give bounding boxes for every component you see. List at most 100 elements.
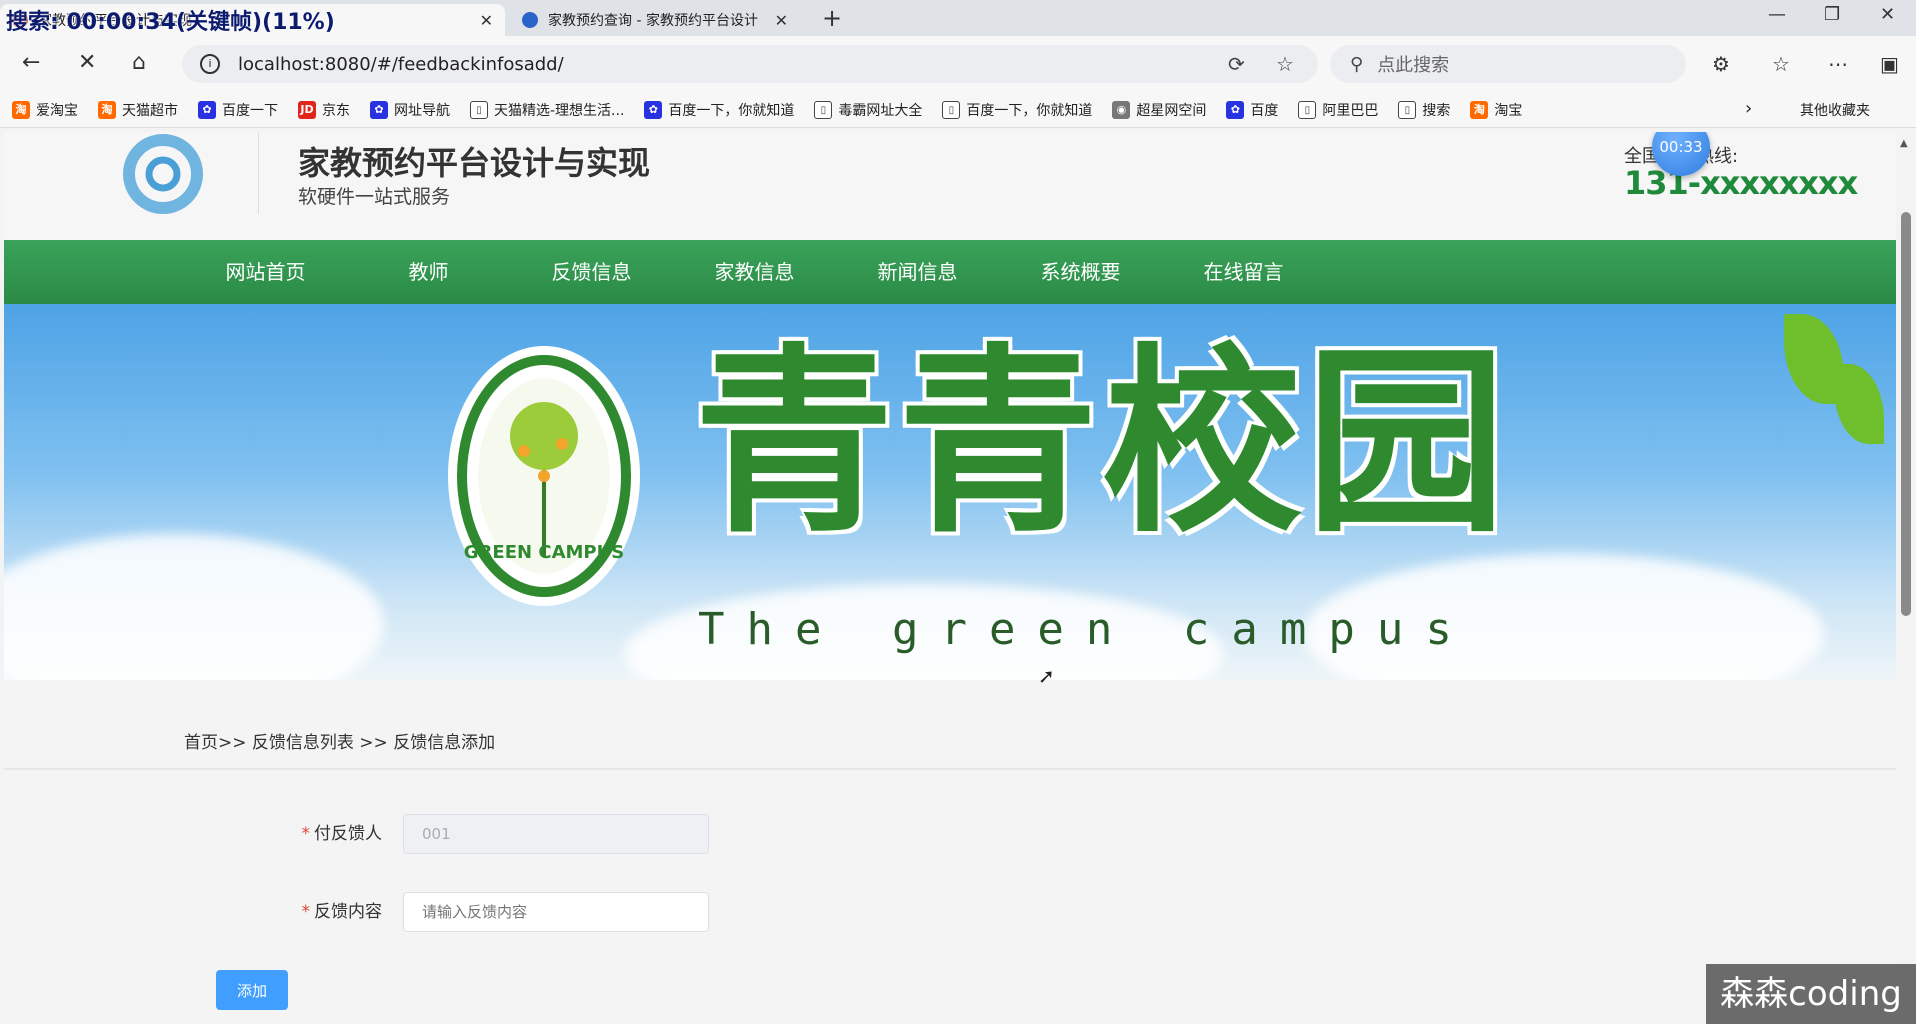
bookmark-label: 天猫精选-理想生活... bbox=[494, 102, 625, 119]
bookmarks-overflow-icon[interactable]: › bbox=[1745, 98, 1752, 119]
bookmark-label: 搜索 bbox=[1422, 102, 1451, 119]
hotline-number: 131-xxxxxxxx bbox=[1624, 164, 1858, 202]
hero-banner: GREEN CAMPUS 青青校园 The green campus bbox=[4, 304, 1896, 680]
bookmark-label: 爱淘宝 bbox=[36, 102, 78, 119]
page-icon: ▯ bbox=[470, 100, 488, 119]
bookmark-label: 百度一下 bbox=[222, 102, 278, 119]
bookmark-item[interactable]: JD 京东 bbox=[298, 100, 350, 120]
bookmark-item[interactable]: 淘淘宝 bbox=[1470, 100, 1522, 120]
tab-title: 家教预约查询 - 家教预约平台设计 bbox=[548, 13, 758, 29]
bookmark-item[interactable]: ▯ 阿里巴巴 bbox=[1298, 100, 1378, 120]
bookmark-label: 毒霸网址大全 bbox=[838, 102, 923, 119]
bookmark-item[interactable]: ◉ 超星网空间 bbox=[1112, 100, 1206, 120]
nav-overview[interactable]: 系统概要 bbox=[999, 240, 1162, 304]
watermark: 森森coding bbox=[1706, 964, 1916, 1024]
bookmark-label: 百度 bbox=[1250, 102, 1279, 119]
browser-tab-strip: 家教预约平台设计与实现 ✕ 家教预约查询 - 家教预约平台设计 ✕ + — ❐ … bbox=[0, 0, 1916, 36]
bookmark-item[interactable]: ✿ 百度 bbox=[1226, 100, 1278, 120]
bookmark-item[interactable]: ▯ 搜索 bbox=[1398, 100, 1450, 120]
scroll-up-icon[interactable]: ▲ bbox=[1900, 138, 1908, 149]
tab-favicon-icon bbox=[522, 12, 538, 28]
bookmark-item[interactable]: ▯ 毒霸网址大全 bbox=[814, 100, 922, 120]
site-header: 家教预约平台设计与实现 软硬件一站式服务 全国服务热线: 131-xxxxxxx… bbox=[4, 132, 1896, 240]
taobao-icon: 淘 bbox=[1470, 100, 1489, 119]
bookmark-item[interactable]: ✿ 网址导航 bbox=[370, 100, 450, 120]
recording-overlay: 搜索: 00:00:34(关键帧)(11%) bbox=[6, 10, 335, 35]
submitter-field bbox=[403, 814, 709, 854]
search-icon: ⚲ bbox=[1350, 53, 1364, 75]
window-close-icon[interactable]: ✕ bbox=[1880, 4, 1895, 25]
bookmark-label: 淘宝 bbox=[1494, 102, 1523, 119]
favorite-star-icon[interactable]: ☆ bbox=[1276, 52, 1294, 76]
site-info-icon[interactable]: i bbox=[200, 54, 220, 74]
mouse-cursor-icon: ➚ bbox=[1038, 664, 1055, 688]
nav-feedback[interactable]: 反馈信息 bbox=[510, 240, 673, 304]
stop-loading-icon[interactable]: ✕ bbox=[78, 50, 96, 75]
cloud bbox=[4, 534, 384, 680]
nav-home[interactable]: 网站首页 bbox=[184, 240, 347, 304]
address-toolbar: ← ✕ ⌂ i localhost:8080/#/feedbackinfosad… bbox=[0, 36, 1916, 92]
bookmark-label: 天猫超市 bbox=[122, 102, 178, 119]
bookmark-label: 百度一下，你就知道 bbox=[966, 102, 1093, 119]
tab-inactive[interactable]: 家教预约查询 - 家教预约平台设计 ✕ bbox=[510, 4, 800, 36]
baidu-icon: ✿ bbox=[644, 100, 663, 119]
nav-tutoring[interactable]: 家教信息 bbox=[673, 240, 836, 304]
banner-title-cn: 青青校园 bbox=[694, 327, 1511, 560]
favorites-icon[interactable]: ☆ bbox=[1772, 52, 1790, 76]
new-tab-icon[interactable]: + bbox=[822, 4, 842, 32]
baidu-icon: ✿ bbox=[1226, 100, 1245, 119]
back-icon[interactable]: ← bbox=[22, 50, 40, 75]
green-campus-badge-icon: GREEN CAMPUS bbox=[448, 346, 640, 606]
nav-message[interactable]: 在线留言 bbox=[1162, 240, 1325, 304]
search-box[interactable]: ⚲ 点此搜索 bbox=[1330, 45, 1686, 83]
bookmark-label: 超星网空间 bbox=[1136, 102, 1207, 119]
page-icon: ▯ bbox=[814, 100, 833, 119]
nav-news[interactable]: 新闻信息 bbox=[836, 240, 999, 304]
main-nav: 网站首页 教师 反馈信息 家教信息 新闻信息 系统概要 在线留言 bbox=[4, 240, 1896, 304]
add-button[interactable]: 添加 bbox=[216, 970, 288, 1010]
form-row-submitter: * 付反馈人 bbox=[4, 814, 804, 854]
search-placeholder: 点此搜索 bbox=[1377, 55, 1450, 76]
feedback-add-form: *付反馈人 *反馈内容 添加 bbox=[4, 770, 1896, 1024]
home-icon[interactable]: ⌂ bbox=[132, 50, 146, 75]
site-logo-icon bbox=[123, 134, 203, 214]
svg-text:GREEN CAMPUS: GREEN CAMPUS bbox=[464, 542, 624, 563]
baidu-icon: ✿ bbox=[370, 100, 388, 119]
banner-title-en: The green campus bbox=[698, 604, 1474, 655]
url-field[interactable]: i localhost:8080/#/feedbackinfosadd/ ⟳ ☆ bbox=[182, 45, 1318, 83]
page-scrollbar[interactable]: ▲ bbox=[1896, 132, 1916, 1024]
more-menu-icon[interactable]: ⋯ bbox=[1828, 52, 1848, 76]
bookmark-item[interactable]: ✿ 百度一下，你就知道 bbox=[644, 100, 794, 120]
feedback-content-input[interactable] bbox=[403, 892, 709, 932]
close-tab-icon[interactable]: ✕ bbox=[480, 11, 493, 30]
bookmark-label: 网址导航 bbox=[394, 102, 450, 119]
restore-icon[interactable]: ❐ bbox=[1824, 4, 1840, 25]
breadcrumb: 首页>> 反馈信息列表 >> 反馈信息添加 bbox=[184, 733, 496, 753]
leaf bbox=[1834, 364, 1884, 444]
scrollbar-thumb[interactable] bbox=[1901, 212, 1911, 616]
baidu-icon: ✿ bbox=[198, 100, 216, 119]
bookmark-item[interactable]: 淘天猫超市 bbox=[98, 100, 178, 120]
bookmark-label: 阿里巴巴 bbox=[1322, 102, 1379, 119]
field-label: * 反馈内容 bbox=[301, 902, 383, 922]
url-text: localhost:8080/#/feedbackinfosadd/ bbox=[238, 53, 564, 75]
extensions-icon[interactable]: ⚙ bbox=[1712, 52, 1730, 76]
bookmark-item[interactable]: 淘爱淘宝 bbox=[12, 100, 78, 120]
page-viewport: 家教预约平台设计与实现 软硬件一站式服务 全国服务热线: 131-xxxxxxx… bbox=[4, 132, 1896, 1024]
header-divider bbox=[258, 132, 259, 214]
translate-icon[interactable]: ⟳ bbox=[1228, 52, 1245, 76]
site-subtitle: 软硬件一站式服务 bbox=[298, 186, 451, 208]
other-bookmarks-folder[interactable]: 其他收藏夹 bbox=[1800, 100, 1870, 120]
page-icon: ▯ bbox=[1398, 100, 1417, 119]
nav-teacher[interactable]: 教师 bbox=[347, 240, 510, 304]
bookmark-item[interactable]: ▯ 天猫精选-理想生活... bbox=[470, 100, 624, 120]
taobao-icon: 淘 bbox=[98, 100, 116, 119]
minimize-icon[interactable]: — bbox=[1768, 4, 1786, 25]
jd-icon: JD bbox=[298, 100, 316, 119]
close-tab-icon[interactable]: ✕ bbox=[775, 11, 788, 30]
sidebar-icon[interactable]: ▣ bbox=[1880, 52, 1899, 76]
bookmark-item[interactable]: ▯ 百度一下，你就知道 bbox=[942, 100, 1092, 120]
bookmark-label: 百度一下，你就知道 bbox=[668, 102, 795, 119]
globe-icon: ◉ bbox=[1112, 100, 1131, 119]
bookmark-item[interactable]: ✿ 百度一下 bbox=[198, 100, 278, 120]
